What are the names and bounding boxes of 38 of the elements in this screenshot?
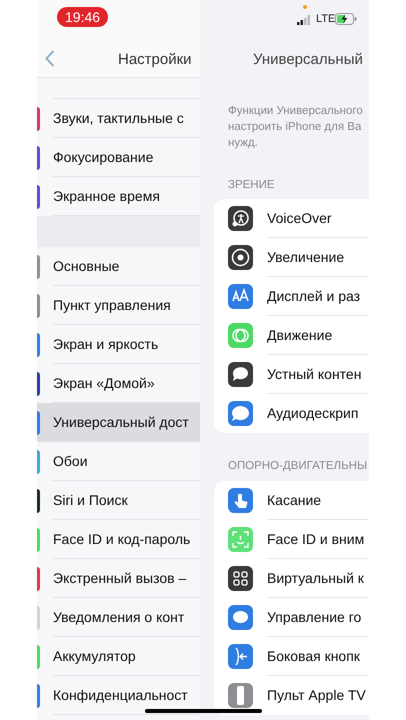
row-label: Пункт управления bbox=[53, 296, 171, 315]
row-label: Face ID и код-пароль bbox=[53, 530, 190, 549]
row-label[interactable]: VoiceOver bbox=[267, 208, 332, 230]
row-label: Уведомления о конт bbox=[53, 608, 184, 627]
row-label: Звуки, тактильные с bbox=[53, 109, 184, 128]
row-label: Экран и яркость bbox=[53, 335, 158, 354]
row-label[interactable]: Виртуальный к bbox=[267, 568, 364, 588]
row-label[interactable]: Движение bbox=[267, 325, 332, 346]
section-header: ОПОРНО-ДВИГАТЕЛЬНЫ bbox=[228, 459, 368, 474]
nav-title: Универсальный bbox=[253, 50, 363, 70]
row-label: Аккумулятор bbox=[53, 647, 136, 666]
row-label: Экранное время bbox=[53, 187, 160, 206]
row-label: Фокусирование bbox=[53, 148, 154, 167]
row-label: Siri и Поиск bbox=[53, 491, 128, 510]
battery-icon bbox=[335, 13, 357, 25]
row-label: Экстренный вызов – bbox=[53, 569, 186, 588]
row-label[interactable]: Face ID и вним bbox=[267, 528, 364, 550]
row-label[interactable]: Боковая кнопк bbox=[267, 646, 360, 666]
row-label[interactable]: Управление го bbox=[267, 606, 362, 628]
row-label[interactable]: Устный контен bbox=[267, 364, 362, 386]
time-badge: 19:46 bbox=[57, 7, 108, 27]
row-label[interactable]: Аудиодескрип bbox=[267, 403, 358, 424]
settings-row[interactable]: Универсальный дост bbox=[37, 403, 200, 442]
row-label[interactable]: Пульт Apple TV bbox=[267, 684, 366, 706]
row-label: Экран «Домой» bbox=[53, 374, 155, 393]
row-label: Основные bbox=[53, 257, 120, 276]
row-label[interactable]: Касание bbox=[267, 490, 322, 510]
nav-title: Настройки bbox=[118, 50, 192, 70]
row-label[interactable]: Увеличение bbox=[267, 247, 344, 268]
back-icon[interactable] bbox=[45, 50, 55, 67]
section-header: ЗРЕНИЕ bbox=[228, 178, 275, 193]
description-text: Функции Универсального настроить iPhone для Ва нужд. bbox=[228, 104, 363, 151]
row-label: Обои bbox=[53, 452, 88, 471]
row-label[interactable]: Дисплей и раз bbox=[267, 286, 360, 308]
row-label: Универсальный дост bbox=[53, 413, 189, 432]
signal-icon bbox=[297, 15, 311, 25]
network-label: LTE bbox=[316, 13, 336, 26]
row-label: Конфиденциальност bbox=[53, 686, 188, 705]
